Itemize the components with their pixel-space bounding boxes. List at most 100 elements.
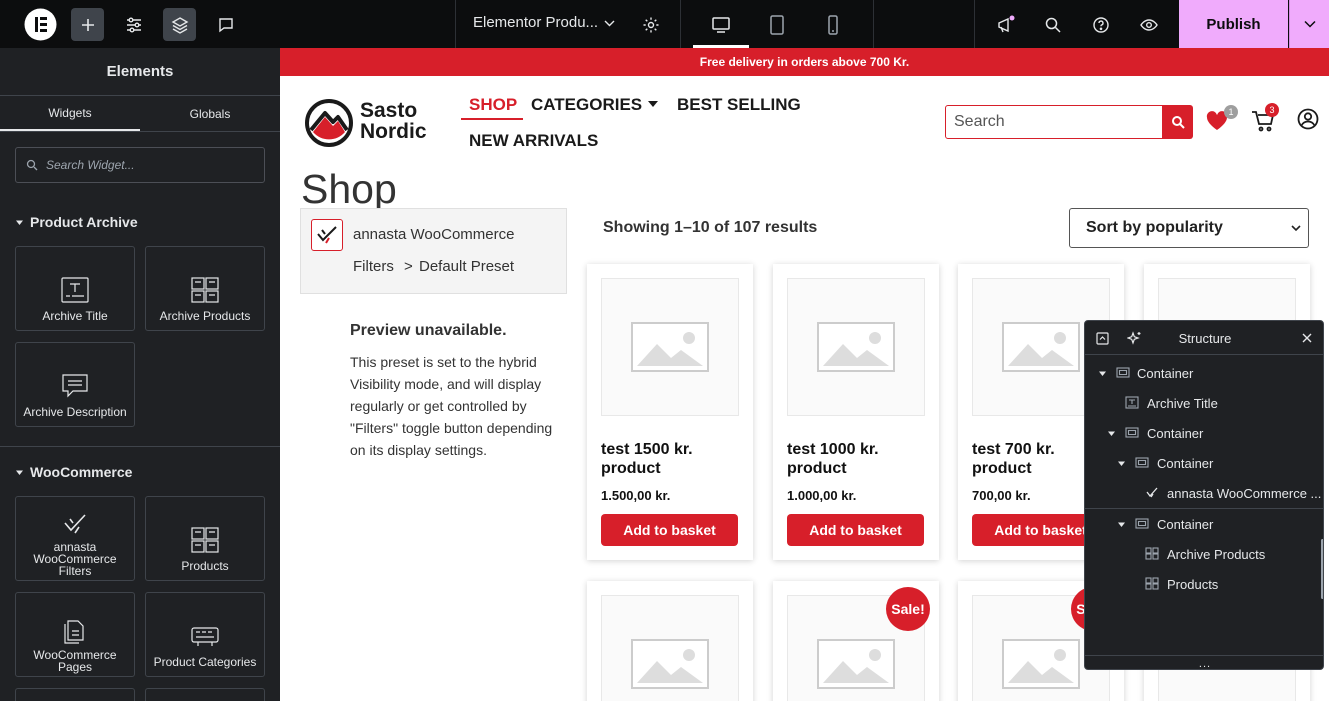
widget-archive-products[interactable]: Archive Products xyxy=(145,246,265,331)
nav-shop[interactable]: SHOP xyxy=(469,95,517,115)
shop-search-placeholder: Search xyxy=(954,113,1005,130)
widget-next[interactable] xyxy=(15,688,135,701)
product-placeholder-image[interactable] xyxy=(787,278,925,416)
widget-products[interactable]: Products xyxy=(145,496,265,581)
nav-categories[interactable]: CATEGORIES xyxy=(531,95,642,115)
widget-annasta-filters[interactable]: annasta WooCommerce Filters xyxy=(15,496,135,581)
structure-item-container[interactable]: Container xyxy=(1085,418,1323,448)
structure-item-label: Container xyxy=(1157,517,1214,532)
nav-active-underline xyxy=(461,118,523,120)
promo-banner: Free delivery in orders above 700 Kr. xyxy=(280,48,1329,76)
image-placeholder-icon xyxy=(817,639,895,689)
widget-woocommerce-pages[interactable]: WooCommerce Pages xyxy=(15,592,135,677)
widget-search-input[interactable]: Search Widget... xyxy=(15,147,265,183)
product-card[interactable]: Sale! xyxy=(773,581,939,701)
desktop-device-icon[interactable] xyxy=(704,8,737,41)
product-price: 1.000,00 kr. xyxy=(787,488,857,503)
sort-selected-value: Sort by popularity xyxy=(1086,219,1223,236)
tab-globals[interactable]: Globals xyxy=(140,96,280,131)
structure-item-container[interactable]: Container xyxy=(1085,509,1323,539)
editor-topbar: Elementor Produ... Publish xyxy=(0,0,1329,48)
product-card[interactable]: test 1000 kr. product 1.000,00 kr. Add t… xyxy=(773,264,939,560)
structure-navigator[interactable]: Structure Container Archive Title Contai… xyxy=(1084,320,1324,670)
tablet-device-icon[interactable] xyxy=(760,8,793,41)
widget-archive-title[interactable]: Archive Title xyxy=(15,246,135,331)
add-to-basket-button[interactable]: Add to basket xyxy=(601,514,738,546)
product-placeholder-image[interactable] xyxy=(601,595,739,701)
structure-item-products[interactable]: Products xyxy=(1085,569,1323,599)
close-icon[interactable] xyxy=(1302,333,1312,343)
structure-item-label: Container xyxy=(1137,366,1194,381)
widget-label: Archive Title xyxy=(42,309,108,323)
filter-widget-path-2: Default Preset xyxy=(419,258,515,275)
tabs-divider xyxy=(0,131,280,132)
widget-label: Product Categories xyxy=(153,655,257,669)
structure-item-label: Products xyxy=(1167,577,1219,592)
preview-unavailable-heading: Preview unavailable. xyxy=(350,322,507,339)
preview-eye-icon[interactable] xyxy=(1132,8,1165,41)
add-to-basket-button[interactable]: Add to basket xyxy=(787,514,924,546)
structure-item-container[interactable]: Container xyxy=(1085,358,1323,388)
product-name[interactable]: test 1000 kr. product xyxy=(787,440,927,478)
filter-widget-path-1: Filters xyxy=(353,258,394,275)
image-placeholder-icon xyxy=(631,639,709,689)
sort-by-select[interactable]: Sort by popularity xyxy=(1069,208,1309,248)
archive-description-icon xyxy=(62,374,88,398)
whats-new-megaphone-icon[interactable] xyxy=(989,8,1022,41)
structure-scrollbar[interactable] xyxy=(1321,539,1323,599)
chevron-down-icon xyxy=(1291,225,1301,232)
product-price: 700,00 kr. xyxy=(972,488,1031,503)
structure-item-archive-title[interactable]: Archive Title xyxy=(1085,388,1323,418)
product-placeholder-image[interactable] xyxy=(601,278,739,416)
site-logo-text[interactable]: Sasto Nordic xyxy=(360,100,427,142)
annasta-filters-widget[interactable]: annasta WooCommerce Filters > Default Pr… xyxy=(300,208,567,294)
mobile-device-icon[interactable] xyxy=(816,8,849,41)
page-settings-gear-icon[interactable] xyxy=(634,8,667,41)
site-settings-icon[interactable] xyxy=(117,8,150,41)
caret-down-icon xyxy=(1118,461,1125,466)
shop-search-input[interactable]: Search xyxy=(945,105,1163,139)
category-label: Product Archive xyxy=(30,214,138,230)
widget-archive-description[interactable]: Archive Description xyxy=(15,342,135,427)
structure-layers-icon[interactable] xyxy=(163,8,196,41)
caret-down-icon[interactable] xyxy=(648,100,658,108)
structure-header[interactable]: Structure xyxy=(1085,321,1323,355)
nav-best-selling[interactable]: BEST SELLING xyxy=(677,95,801,115)
structure-resize-handle[interactable]: ... xyxy=(1085,655,1323,669)
panel-title: Elements xyxy=(0,48,280,96)
add-element-icon[interactable] xyxy=(71,8,104,41)
site-logo-icon[interactable] xyxy=(304,98,354,148)
help-icon[interactable] xyxy=(1084,8,1117,41)
widget-next[interactable] xyxy=(145,688,265,701)
archive-title-icon xyxy=(1125,396,1139,409)
annasta-filters-icon xyxy=(1146,487,1158,498)
widget-product-categories[interactable]: Product Categories xyxy=(145,592,265,677)
category-woocommerce[interactable]: WooCommerce xyxy=(15,464,132,480)
annasta-filters-icon xyxy=(311,219,343,251)
structure-item-label: Container xyxy=(1157,456,1214,471)
tab-widgets[interactable]: Widgets xyxy=(0,96,140,131)
elementor-logo-icon[interactable] xyxy=(24,8,57,41)
caret-down-icon xyxy=(1118,522,1125,527)
structure-item-container[interactable]: Container xyxy=(1085,448,1323,478)
products-icon xyxy=(1145,577,1159,590)
structure-item-annasta-filters[interactable]: annasta WooCommerce ... xyxy=(1085,478,1323,508)
structure-item-archive-products[interactable]: Archive Products xyxy=(1085,539,1323,569)
image-placeholder-icon xyxy=(817,322,895,372)
product-card[interactable] xyxy=(587,581,753,701)
caret-down-icon xyxy=(1108,431,1115,436)
nav-new-arrivals[interactable]: NEW ARRIVALS xyxy=(469,131,598,151)
publish-options-button[interactable] xyxy=(1289,0,1329,48)
product-card[interactable]: test 1500 kr. product 1.500,00 kr. Add t… xyxy=(587,264,753,560)
product-name[interactable]: test 1500 kr. product xyxy=(601,440,741,478)
shop-search-button[interactable] xyxy=(1163,105,1193,139)
notes-comment-icon[interactable] xyxy=(209,8,242,41)
category-product-archive[interactable]: Product Archive xyxy=(15,214,138,230)
container-icon xyxy=(1135,457,1149,468)
document-title[interactable]: Elementor Produ... xyxy=(473,14,598,31)
search-icon[interactable] xyxy=(1036,8,1069,41)
logo-line-2: Nordic xyxy=(360,120,427,143)
account-user-icon[interactable] xyxy=(1297,108,1319,130)
chevron-down-icon[interactable] xyxy=(603,17,616,30)
publish-button[interactable]: Publish xyxy=(1179,0,1288,48)
